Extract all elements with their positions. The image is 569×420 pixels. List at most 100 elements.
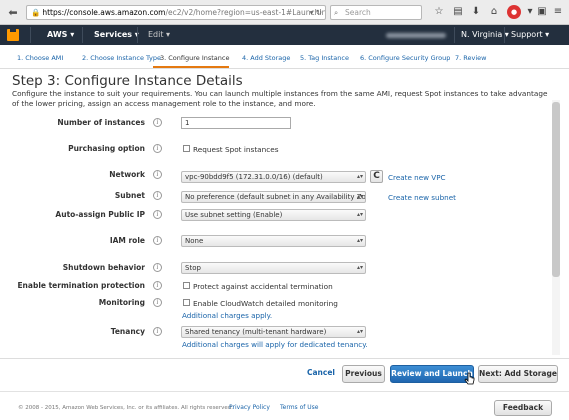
next-add-storage-button[interactable]: Next: Add Storage <box>478 365 558 383</box>
create-vpc-link[interactable]: Create new VPC <box>388 173 446 182</box>
spot-instances-checkbox[interactable] <box>183 145 190 152</box>
number-of-instances-input[interactable]: 1 <box>181 117 291 129</box>
browser-search-input[interactable]: ⌕ Search <box>330 5 422 20</box>
create-subnet-link[interactable]: Create new subnet <box>388 193 456 202</box>
info-icon[interactable]: i <box>153 327 162 336</box>
reload-icon[interactable]: ▾ ↻ <box>310 6 322 19</box>
select-arrows-icon: ▴▾ <box>356 237 363 244</box>
select-arrows-icon: ▴▾ <box>356 193 363 200</box>
account-name-redacted[interactable] <box>386 33 446 38</box>
auto-assign-ip-select[interactable]: Use subnet setting (Enable) ▴▾ <box>181 209 366 221</box>
network-label: Network <box>109 170 145 179</box>
spot-instances-label[interactable]: Request Spot instances <box>193 145 279 154</box>
tenancy-value: Shared tenancy (multi-tenant hardware) <box>185 328 327 336</box>
dedicated-tenancy-charges-link[interactable]: Additional charges will apply for dedica… <box>182 340 368 349</box>
nav-divider <box>504 27 505 43</box>
subnet-label: Subnet <box>114 191 145 200</box>
pocket-icon[interactable]: ▣ <box>536 5 548 19</box>
select-arrows-icon: ▴▾ <box>356 328 363 335</box>
url-path: /ec2/v2/home?region=us-east-1#LaunchInst… <box>165 8 326 17</box>
nav-divider <box>82 27 83 43</box>
browser-toolbar: ⬅ 🔒 https://console.aws.amazon.com/ec2/v2… <box>0 0 569 25</box>
iam-role-label: IAM role <box>109 236 145 245</box>
previous-button[interactable]: Previous <box>342 365 385 383</box>
active-tab-indicator <box>153 66 229 68</box>
addon-icon[interactable]: ● <box>507 5 521 19</box>
aws-menu[interactable]: AWS ▾ <box>47 29 74 41</box>
purchasing-option-label: Purchasing option <box>68 144 145 153</box>
back-arrow-icon[interactable]: ⬅ <box>5 5 21 20</box>
auto-assign-ip-value: Use subnet setting (Enable) <box>185 211 283 219</box>
select-arrows-icon: ▴▾ <box>356 173 363 180</box>
page-description: Configure the instance to suit your requ… <box>12 89 548 108</box>
aws-top-nav: AWS ▾ Services ▾ Edit ▾ N. Virginia ▾ Su… <box>0 25 569 45</box>
termination-protection-checkbox[interactable] <box>183 282 190 289</box>
star-icon[interactable]: ☆ <box>433 5 445 19</box>
shutdown-behavior-select[interactable]: Stop ▴▾ <box>181 262 366 274</box>
page-footer: © 2008 - 2015, Amazon Web Services, Inc.… <box>0 391 569 420</box>
nav-divider <box>30 27 31 43</box>
edit-menu[interactable]: Edit ▾ <box>148 29 170 41</box>
tab-tag-instance[interactable]: 5. Tag Instance <box>300 54 349 62</box>
subnet-select[interactable]: No preference (default subnet in any Ava… <box>181 191 366 203</box>
info-icon[interactable]: i <box>153 170 162 179</box>
reading-list-icon[interactable]: ▤ <box>452 5 464 19</box>
nav-divider <box>454 27 455 43</box>
termination-protection-label: Enable termination protection <box>17 281 145 290</box>
info-icon[interactable]: i <box>153 191 162 200</box>
auto-assign-ip-label: Auto-assign Public IP <box>55 210 145 219</box>
tenancy-select[interactable]: Shared tenancy (multi-tenant hardware) ▴… <box>181 326 366 338</box>
shutdown-behavior-label: Shutdown behavior <box>62 263 145 272</box>
info-icon[interactable]: i <box>153 281 162 290</box>
info-icon[interactable]: i <box>153 144 162 153</box>
privacy-policy-link[interactable]: Privacy Policy <box>229 404 270 411</box>
termination-protection-checkbox-label[interactable]: Protect against accidental termination <box>193 282 333 291</box>
search-placeholder: Search <box>345 8 371 17</box>
monitoring-label: Monitoring <box>98 298 145 307</box>
network-select[interactable]: vpc-90bdd9f5 (172.31.0.0/16) (default) ▴… <box>181 171 366 183</box>
info-icon[interactable]: i <box>153 236 162 245</box>
info-icon[interactable]: i <box>153 263 162 272</box>
extension-icon[interactable]: ▾ <box>524 5 536 19</box>
feedback-button[interactable]: Feedback <box>494 400 552 416</box>
tab-configure-security-group[interactable]: 6. Configure Security Group <box>360 54 450 62</box>
cloudwatch-monitoring-checkbox[interactable] <box>183 299 190 306</box>
download-icon[interactable]: ⬇ <box>470 5 482 19</box>
services-menu[interactable]: Services ▾ <box>94 29 139 41</box>
support-menu[interactable]: Support ▾ <box>511 29 549 41</box>
menu-icon[interactable]: ≡ <box>552 5 564 19</box>
info-icon[interactable]: i <box>153 210 162 219</box>
shutdown-behavior-value: Stop <box>185 264 201 272</box>
url-host: https://console.aws.amazon.com <box>42 8 166 17</box>
scrollbar-thumb[interactable] <box>552 102 560 277</box>
tab-add-storage[interactable]: 4. Add Storage <box>242 54 290 62</box>
terms-of-use-link[interactable]: Terms of Use <box>280 404 318 411</box>
tab-choose-ami[interactable]: 1. Choose AMI <box>17 54 63 62</box>
iam-role-select[interactable]: None ▴▾ <box>181 235 366 247</box>
cancel-button[interactable]: Cancel <box>305 365 337 383</box>
cloudwatch-monitoring-label[interactable]: Enable CloudWatch detailed monitoring <box>193 299 338 308</box>
number-of-instances-label: Number of instances <box>57 118 145 127</box>
info-icon[interactable]: i <box>153 118 162 127</box>
iam-role-value: None <box>185 237 204 245</box>
aws-cube-icon[interactable] <box>7 29 19 41</box>
tab-review[interactable]: 7. Review <box>455 54 486 62</box>
tab-choose-instance-type[interactable]: 2. Choose Instance Type <box>82 54 161 62</box>
wizard-steps: 1. Choose AMI 2. Choose Instance Type 3.… <box>0 45 569 69</box>
select-arrows-icon: ▴▾ <box>356 264 363 271</box>
refresh-network-button[interactable]: C <box>370 170 383 183</box>
subnet-value: No preference (default subnet in any Ava… <box>185 193 366 201</box>
review-and-launch-button[interactable]: Review and Launch <box>390 365 474 383</box>
select-arrows-icon: ▴▾ <box>356 211 363 218</box>
info-icon[interactable]: i <box>153 298 162 307</box>
copyright-text: © 2008 - 2015, Amazon Web Services, Inc.… <box>18 405 233 411</box>
page-title: Step 3: Configure Instance Details <box>12 73 243 89</box>
home-icon[interactable]: ⌂ <box>488 5 500 19</box>
additional-charges-link[interactable]: Additional charges apply. <box>182 311 272 320</box>
region-menu[interactable]: N. Virginia ▾ <box>461 29 509 41</box>
tenancy-label: Tenancy <box>110 327 145 336</box>
tab-configure-instance[interactable]: 3. Configure Instance <box>160 54 230 62</box>
url-bar[interactable]: 🔒 https://console.aws.amazon.com/ec2/v2/h… <box>26 5 326 20</box>
search-icon: ⌕ <box>334 8 339 17</box>
action-bar-divider <box>0 358 569 359</box>
